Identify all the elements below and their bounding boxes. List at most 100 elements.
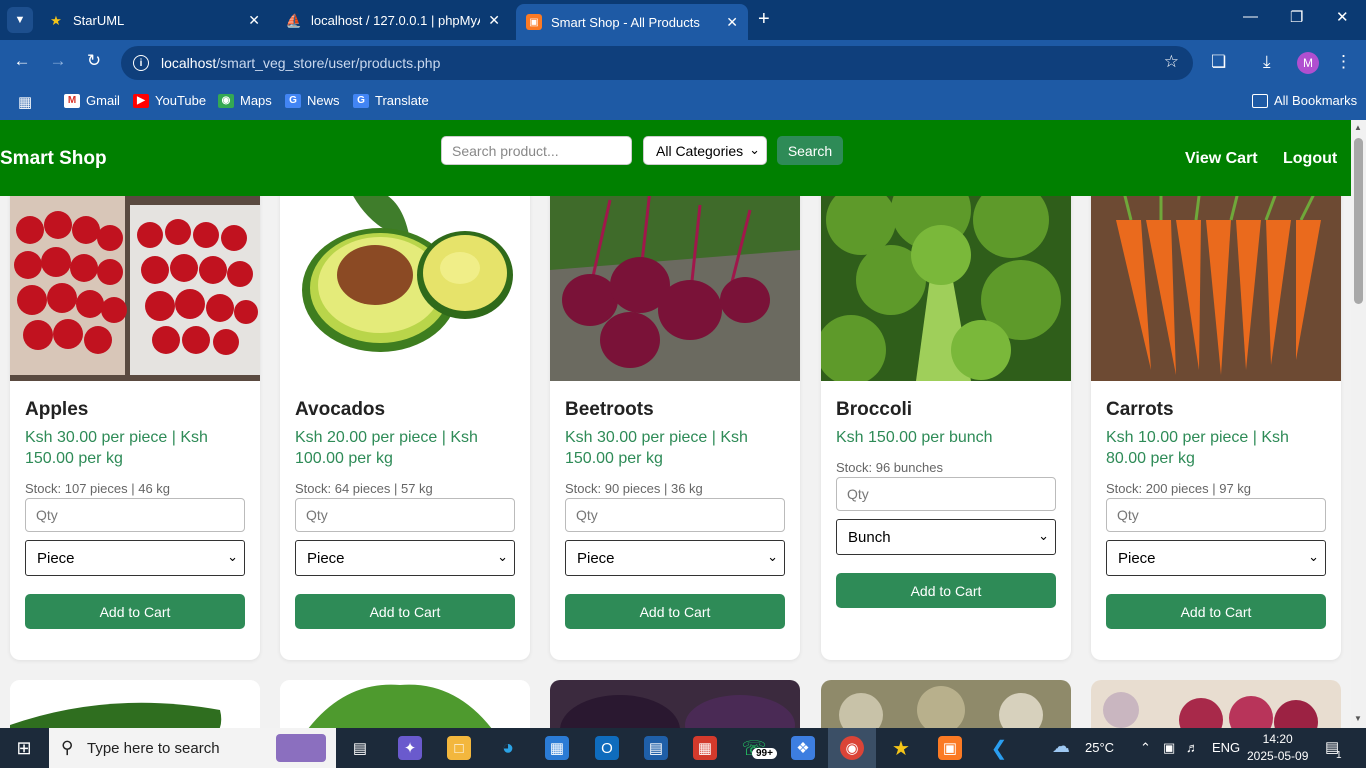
translate-icon: G — [353, 93, 369, 108]
bookmark-translate[interactable]: G Translate — [353, 93, 429, 108]
xampp-taskbar-icon[interactable]: ▣ — [938, 736, 962, 760]
taskbar-clock[interactable]: 14:20 2025-05-09 — [1247, 731, 1308, 765]
unit-selected: Piece — [307, 549, 345, 567]
bookmark-label: Maps — [240, 93, 272, 108]
tab-bar: ▼ ★ StarUML ✕ ⛵ localhost / 127.0.0.1 | … — [0, 0, 1366, 40]
chevron-down-icon: ⌄ — [497, 549, 508, 564]
qty-input[interactable]: Qty — [565, 498, 785, 532]
tray-chevron-icon[interactable]: ⌃ — [1140, 740, 1151, 756]
tab-phpmyadmin[interactable]: ⛵ localhost / 127.0.0.1 | phpMyAdmin ✕ — [276, 4, 510, 37]
product-card-onions — [1091, 680, 1341, 728]
bookmark-youtube[interactable]: ▶ YouTube — [133, 93, 206, 108]
unit-selected: Bunch — [848, 528, 891, 546]
minimize-icon[interactable]: — — [1243, 8, 1258, 25]
bookmark-star-icon[interactable]: ☆ — [1164, 52, 1179, 72]
task-view-icon[interactable]: ▤ — [348, 736, 372, 760]
product-stock: Stock: 90 pieces | 36 kg — [565, 481, 703, 496]
search-button[interactable]: Search — [777, 136, 843, 165]
language-indicator[interactable]: ENG — [1212, 740, 1240, 755]
news-app-icon[interactable]: ▤ — [644, 736, 668, 760]
all-bookmarks[interactable]: All Bookmarks — [1252, 93, 1357, 108]
site-info-icon[interactable]: i — [133, 55, 149, 71]
product-price: Ksh 30.00 per piece | Ksh 150.00 per kg — [565, 429, 748, 467]
chrome-icon[interactable]: ◉ — [840, 736, 864, 760]
reload-icon[interactable]: ↻ — [82, 51, 106, 71]
extensions-icon[interactable]: ❏ — [1211, 52, 1226, 72]
office-app-icon[interactable]: ▦ — [693, 736, 717, 760]
new-tab-icon[interactable]: + — [758, 8, 770, 31]
view-cart-link[interactable]: View Cart — [1185, 150, 1258, 168]
staruml-taskbar-icon[interactable]: ★ — [889, 736, 913, 760]
news-icon: G — [285, 93, 301, 108]
product-image-apples — [10, 180, 260, 381]
qty-input[interactable]: Qty — [1106, 498, 1326, 532]
tab-smart-shop[interactable]: ▣ Smart Shop - All Products ✕ — [516, 4, 748, 40]
unit-select[interactable]: Piece ⌄ — [25, 540, 245, 576]
product-card: Carrots Ksh 10.00 per piece | Ksh 80.00 … — [1091, 180, 1341, 660]
site-brand[interactable]: Smart Shop — [0, 148, 107, 170]
chevron-down-icon: ⌄ — [749, 142, 760, 157]
download-icon[interactable]: ⤓ — [1263, 52, 1271, 72]
scroll-down-icon[interactable]: ▼ — [1354, 714, 1362, 723]
taskbar-search[interactable]: ⚲ Type here to search — [49, 728, 336, 768]
add-to-cart-button[interactable]: Add to Cart — [295, 594, 515, 629]
apps-icon[interactable]: ▦ — [18, 93, 32, 111]
volume-icon[interactable]: ♬ — [1186, 740, 1199, 755]
notification-badge: 99+ — [752, 748, 777, 759]
tab-staruml[interactable]: ★ StarUML ✕ — [38, 4, 270, 37]
unit-select[interactable]: Piece ⌄ — [565, 540, 785, 576]
tab-title: localhost / 127.0.0.1 | phpMyAdmin — [311, 13, 480, 28]
bookmark-news[interactable]: G News — [285, 93, 340, 108]
browser-toolbar: ← → ↻ i localhost/smart_veg_store/user/p… — [0, 40, 1366, 86]
back-icon[interactable]: ← — [10, 51, 34, 71]
product-price: Ksh 150.00 per bunch — [836, 429, 993, 446]
address-bar[interactable]: i localhost/smart_veg_store/user/product… — [121, 46, 1193, 80]
edge-icon[interactable]: ◕ — [496, 736, 520, 760]
windows-start-icon[interactable]: ⊞ — [12, 736, 36, 760]
qty-input[interactable]: Qty — [25, 498, 245, 532]
camera-icon[interactable]: ▣ — [1163, 740, 1175, 756]
weather-temp[interactable]: 25°C — [1085, 740, 1114, 755]
qty-input[interactable]: Qty — [295, 498, 515, 532]
restore-icon[interactable]: ❐ — [1290, 8, 1303, 26]
unit-select[interactable]: Piece ⌄ — [295, 540, 515, 576]
unit-select[interactable]: Piece ⌄ — [1106, 540, 1326, 576]
add-to-cart-button[interactable]: Add to Cart — [1106, 594, 1326, 629]
category-select[interactable]: All Categories ⌄ — [643, 136, 767, 165]
staruml-icon: ★ — [50, 12, 62, 28]
store-icon[interactable]: ▦ — [545, 736, 569, 760]
logout-link[interactable]: Logout — [1283, 150, 1337, 168]
close-icon[interactable]: ✕ — [248, 12, 260, 29]
clock-time: 14:20 — [1262, 732, 1293, 746]
bookmark-maps[interactable]: ◉ Maps — [218, 93, 272, 108]
close-icon[interactable]: ✕ — [726, 14, 738, 31]
product-name: Avocados — [295, 399, 386, 420]
product-image-broccoli — [821, 180, 1071, 381]
vscode-icon[interactable]: ❮ — [987, 736, 1011, 760]
profile-avatar[interactable]: M — [1297, 52, 1319, 74]
add-to-cart-button[interactable]: Add to Cart — [836, 573, 1056, 608]
menu-icon[interactable]: ⋮ — [1335, 52, 1352, 72]
search-input[interactable] — [441, 136, 632, 165]
page-scrollbar[interactable]: ▲ ▼ — [1351, 120, 1366, 728]
scroll-up-icon[interactable]: ▲ — [1354, 123, 1362, 132]
add-to-cart-button[interactable]: Add to Cart — [25, 594, 245, 629]
close-icon[interactable]: ✕ — [488, 12, 500, 29]
file-explorer-icon[interactable]: □ — [447, 736, 471, 760]
product-card: Beetroots Ksh 30.00 per piece | Ksh 150.… — [550, 180, 800, 660]
forward-icon[interactable]: → — [46, 51, 70, 71]
qty-input[interactable]: Qty — [836, 477, 1056, 511]
m365-icon[interactable]: ❖ — [791, 736, 815, 760]
chevron-down-icon: ⌄ — [1038, 528, 1049, 543]
add-to-cart-button[interactable]: Add to Cart — [565, 594, 785, 629]
unit-select[interactable]: Bunch ⌄ — [836, 519, 1056, 555]
clock-date: 2025-05-09 — [1247, 749, 1309, 763]
bookmark-gmail[interactable]: M Gmail — [64, 93, 120, 108]
weather-icon[interactable]: ☁ — [1052, 736, 1070, 757]
window-close-icon[interactable]: ✕ — [1336, 8, 1349, 26]
scroll-thumb[interactable] — [1354, 138, 1363, 304]
tab-search-icon[interactable]: ▼ — [7, 7, 33, 33]
category-selected: All Categories — [656, 142, 744, 159]
outlook-icon[interactable]: O — [595, 736, 619, 760]
copilot-icon[interactable]: ✦ — [398, 736, 422, 760]
